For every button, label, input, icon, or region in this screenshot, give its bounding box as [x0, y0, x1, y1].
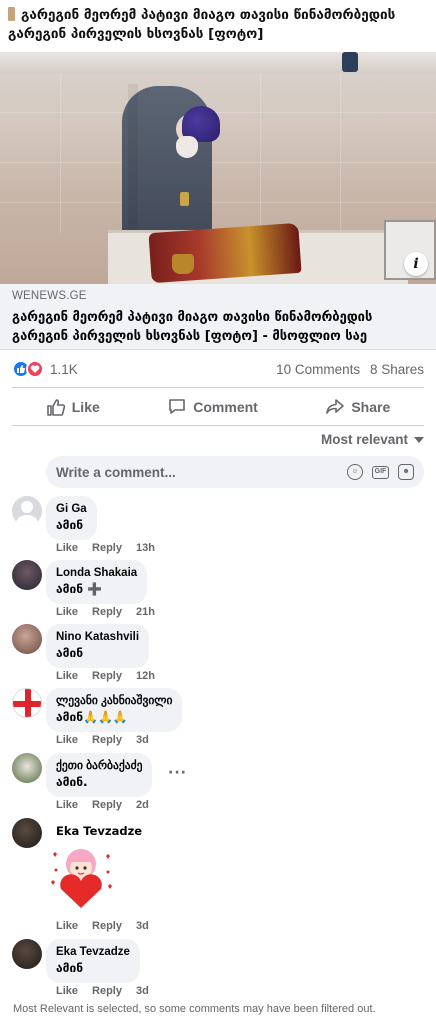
comment-icon	[169, 399, 186, 414]
share-button[interactable]: Share	[325, 397, 390, 417]
comment-reply-link[interactable]: Reply	[92, 606, 122, 618]
link-domain: WENEWS.GE	[12, 290, 87, 302]
post-photo[interactable]: i	[0, 52, 436, 284]
comment-time[interactable]: 13h	[136, 542, 155, 554]
comment-bubble: Nino Katashvili ამინ	[46, 624, 150, 668]
comment-author[interactable]: Eka Tevzadze	[56, 945, 130, 960]
comment-like-link[interactable]: Like	[56, 920, 78, 932]
comment-text: ამინ	[56, 961, 84, 975]
avatar[interactable]	[12, 688, 42, 718]
comment-time[interactable]: 2d	[136, 799, 149, 811]
comment-like-link[interactable]: Like	[56, 985, 78, 997]
comment-author[interactable]: ლევანი კახნიაშვილი	[56, 694, 172, 709]
comment-bubble: Eka Tevzadze ამინ	[46, 939, 140, 983]
avatar[interactable]	[12, 753, 42, 783]
comment-author[interactable]: ქეთი ბარბაქაძე	[56, 759, 142, 774]
comment-reply-link[interactable]: Reply	[92, 985, 122, 997]
action-bar: Like Comment Share	[12, 392, 424, 422]
comments-count[interactable]: 10 Comments	[276, 362, 360, 377]
comment-reply-link[interactable]: Reply	[92, 734, 122, 746]
comment-like-link[interactable]: Like	[56, 542, 78, 554]
comment-meta: Like Reply 21h	[56, 606, 155, 618]
comment-author[interactable]: Nino Katashvili	[56, 630, 139, 645]
sort-dropdown[interactable]: Most relevant	[321, 432, 424, 447]
comment-bubble: Gi Ga ამინ	[46, 496, 97, 540]
comment-like-link[interactable]: Like	[56, 670, 78, 682]
comment-bubble: Londa Shakaia ამინ ➕	[46, 560, 148, 604]
comment-text: ამინ.	[56, 775, 88, 789]
comment-time[interactable]: 3d	[136, 734, 149, 746]
comment-like-link[interactable]: Like	[56, 606, 78, 618]
comment-item: ქეთი ბარბაქაძე ამინ. ··· Like Reply 2d	[12, 753, 424, 813]
reactions-summary[interactable]: 1.1K	[12, 360, 78, 378]
comment-text: ამინ🙏🙏🙏	[56, 710, 128, 724]
comment-author[interactable]: Eka Tevzadze	[56, 824, 142, 839]
comment-meta: Like Reply 12h	[56, 670, 155, 682]
comment-item: Nino Katashvili ამინ Like Reply 12h	[12, 624, 424, 684]
divider	[12, 425, 424, 426]
shares-count[interactable]: 8 Shares	[370, 362, 424, 377]
comment-time[interactable]: 21h	[136, 606, 155, 618]
comment-item: ლევანი კახნიაშვილი ამინ🙏🙏🙏 Like Reply 3d	[12, 688, 424, 748]
comment-item: Gi Ga ამინ Like Reply 13h	[12, 496, 424, 556]
comment-author[interactable]: Gi Ga	[56, 502, 87, 517]
comment-meta: Like Reply 3d	[56, 985, 149, 997]
avatar[interactable]	[12, 560, 42, 590]
filter-note: Most Relevant is selected, so some comme…	[13, 1003, 376, 1015]
share-icon	[326, 399, 345, 414]
comment-meta: Like Reply 3d	[56, 920, 149, 932]
post-stats: 1.1K 10 Comments 8 Shares	[12, 358, 424, 380]
reactions-count: 1.1K	[50, 361, 78, 377]
comment-reply-link[interactable]: Reply	[92, 920, 122, 932]
heart-sticker-icon[interactable]	[46, 842, 116, 912]
comment-text: ამინ	[56, 518, 84, 532]
comment-author[interactable]: Londa Shakaia	[56, 566, 137, 581]
comment-reply-link[interactable]: Reply	[92, 670, 122, 682]
comment-item: Londa Shakaia ამინ ➕ Like Reply 21h	[12, 560, 424, 620]
link-title[interactable]: გარეგინ მეორემ პატივი მიაგო თავისი წინამ…	[12, 308, 424, 346]
more-options-icon[interactable]: ···	[168, 765, 187, 781]
thumbs-up-icon	[46, 399, 65, 416]
comment-bubble: ლევანი კახნიაშვილი ამინ🙏🙏🙏	[46, 688, 183, 732]
comment-reply-link[interactable]: Reply	[92, 799, 122, 811]
link-preview[interactable]: WENEWS.GE გარეგინ მეორემ პატივი მიაგო თა…	[0, 284, 436, 350]
comment-reply-link[interactable]: Reply	[92, 542, 122, 554]
avatar[interactable]	[12, 818, 42, 848]
comment-meta: Like Reply 13h	[56, 542, 155, 554]
comment-meta: Like Reply 3d	[56, 734, 149, 746]
comment-meta: Like Reply 2d	[56, 799, 149, 811]
avatar[interactable]	[12, 496, 42, 526]
comment-text: ამინ	[56, 646, 84, 660]
info-icon[interactable]: i	[404, 252, 428, 276]
comment-item: Eka Tevzadze Like Reply 3d	[12, 818, 424, 936]
comment-time[interactable]: 3d	[136, 920, 149, 932]
like-button[interactable]: Like	[46, 397, 100, 417]
sticker-icon[interactable]: ☻	[398, 464, 414, 480]
comment-like-link[interactable]: Like	[56, 799, 78, 811]
comment-bubble: ქეთი ბარბაქაძე ამინ.	[46, 753, 153, 797]
comment-button[interactable]: Comment	[167, 397, 258, 417]
title-marker-icon	[8, 7, 15, 21]
comment-time[interactable]: 12h	[136, 670, 155, 682]
comment-text: ამინ ➕	[56, 582, 103, 596]
avatar[interactable]	[12, 939, 42, 969]
chevron-down-icon	[414, 436, 424, 443]
emoji-icon[interactable]: ☺	[347, 464, 363, 480]
comment-like-link[interactable]: Like	[56, 734, 78, 746]
comment-input[interactable]: Write a comment... ☺ GIF ☻	[46, 456, 424, 488]
gif-icon[interactable]: GIF	[372, 465, 389, 479]
love-reaction-icon	[26, 360, 44, 378]
comment-item: Eka Tevzadze ამინ Like Reply 3d	[12, 939, 424, 999]
avatar[interactable]	[12, 624, 42, 654]
post-title: გარეგინ მეორემ პატივი მიაგო თავისი წინამ…	[8, 7, 396, 42]
divider	[12, 387, 424, 388]
comment-time[interactable]: 3d	[136, 985, 149, 997]
